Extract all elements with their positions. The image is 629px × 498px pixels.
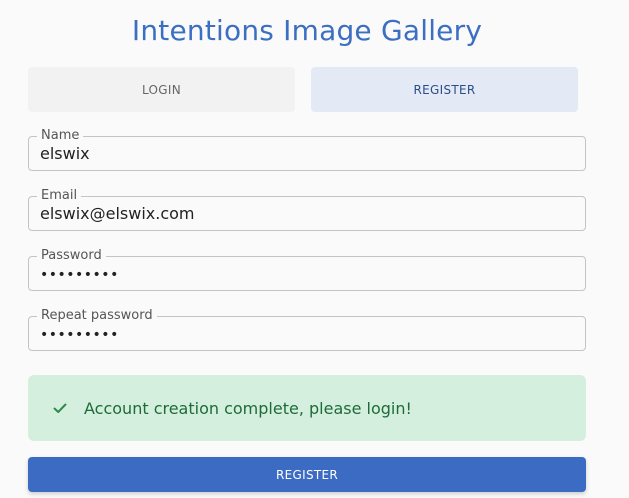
register-page: Intentions Image Gallery LOGIN REGISTER … [0,0,629,498]
check-icon [51,399,69,417]
tab-register[interactable]: REGISTER [311,67,578,112]
email-field[interactable]: Email elswix@elswix.com [28,188,586,231]
password-field[interactable]: Password ••••••••• [28,248,586,291]
tab-login[interactable]: LOGIN [28,67,295,112]
alert-message: Account creation complete, please login! [84,398,412,418]
email-field-label: Email [37,188,82,204]
success-alert: Account creation complete, please login! [28,375,586,441]
page-title: Intentions Image Gallery [131,14,483,47]
repeat-password-field-label: Repeat password [37,308,157,324]
name-field-label: Name [37,128,84,144]
repeat-password-field[interactable]: Repeat password ••••••••• [28,308,586,351]
password-field-value[interactable]: ••••••••• [40,266,570,284]
name-field-value[interactable]: elswix [40,145,570,163]
repeat-password-field-value[interactable]: ••••••••• [40,326,570,344]
register-button[interactable]: REGISTER [28,457,586,492]
name-field[interactable]: Name elswix [28,128,586,171]
email-field-value[interactable]: elswix@elswix.com [40,205,570,223]
password-field-label: Password [37,248,106,264]
